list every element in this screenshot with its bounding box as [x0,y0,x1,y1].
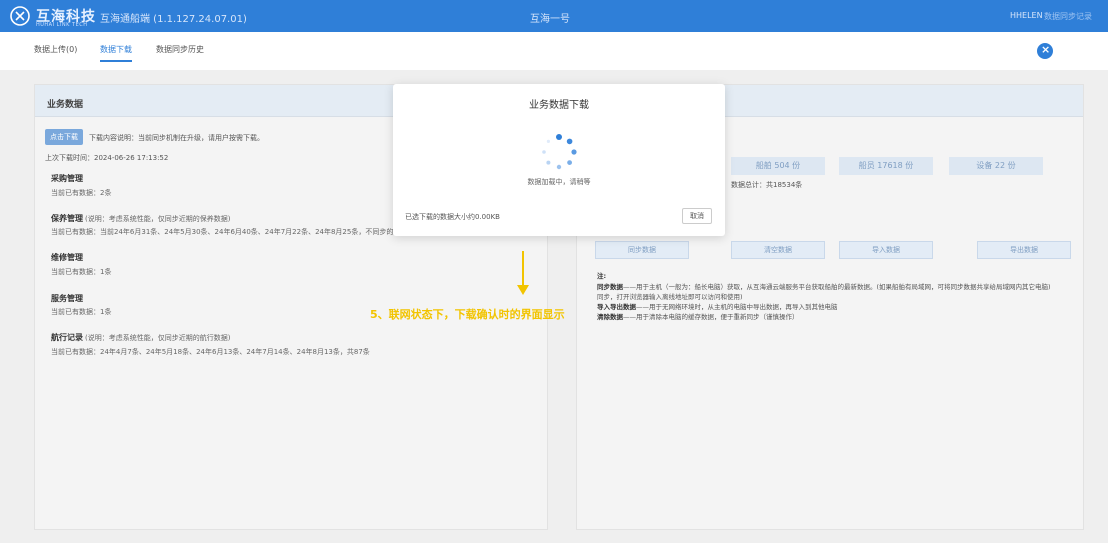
loading-spinner-icon [542,134,577,170]
note-text: 同步，打开浏览器输入离线地址即可以访问和使用) [597,293,743,301]
app-version: 互海通船端 (1.1.127.24.07.01) [100,14,247,25]
note-label: 注: [597,272,607,280]
tab-data-download[interactable]: 数据下载 [100,44,132,62]
note-line: 导入导出数据——用于无网络环境时，从主机的电脑中导出数据，再导入到其他电脑 [597,301,838,311]
note-text: ——用于主机（一般为：船长电脑）获取，从互海通云端服务平台获取船舶的最新数据。(… [623,283,1051,291]
section-title-service: 服务管理 [51,293,83,304]
stat-crew: 船员 17618 份 [839,157,933,175]
note-text: ——用于清除本电脑的缓存数据，便于重新同步（谨慎操作） [623,313,799,321]
section-title-text: 服务管理 [51,294,83,303]
note-label: 清除数据 [597,313,623,321]
modal-title: 业务数据下载 [529,100,589,111]
close-icon[interactable] [1037,43,1053,59]
section-title-maintenance: 保养管理 (说明：考虑系统性能，仅同步近期的保养数据) [51,213,230,224]
top-bar: 互海科技 HUHAI LINK TECH 互海通船端 (1.1.127.24.0… [0,0,1108,32]
user-menu-link[interactable]: 数据同步记录 [1044,11,1092,22]
section-count-repair: 当前已有数据：1条 [51,268,112,276]
annotation-text: 5、联网状态下，下载确认时的界面显示 [370,308,565,321]
brand-subtitle: HUHAI LINK TECH [36,22,88,28]
download-button[interactable]: 点击下载 [45,129,83,145]
section-count-voyage: 当前已有数据：24年4月7条、24年5月18条、24年6月13条、24年7月14… [51,348,370,356]
section-note: (说明：考虑系统性能，仅同步近期的保养数据) [85,215,231,223]
section-title-purchase: 采购管理 [51,173,83,184]
panel-title: 业务数据 [47,100,84,110]
annotation-arrow-line [522,251,524,287]
import-data-button[interactable]: 导入数据 [839,241,933,259]
note-line: 同步，打开浏览器输入离线地址即可以访问和使用) [597,291,743,301]
section-count-maintenance: 当前已有数据：当前24年6月31条、24年5月30条、24年6月40条、24年7… [51,228,408,236]
note-line: 注: [597,270,606,280]
last-download-time: 上次下载时间：2024-06-26 17:13:52 [45,154,169,162]
note-label: 同步数据 [597,283,623,291]
stat-equipment: 设备 22 份 [949,157,1043,175]
section-title-text: 维修管理 [51,253,83,262]
note-label: 导入导出数据 [597,303,636,311]
annotation-arrow-icon [517,285,529,295]
section-title-text: 采购管理 [51,174,83,183]
download-modal: 业务数据下载 数据加载中，请稍等 已选下载的数据大小约0.00KB 取消 [393,84,725,236]
download-hint: 下载内容说明：当前同步机制在升级，请用户按需下载。 [89,134,264,142]
download-size-info: 已选下载的数据大小约0.00KB [405,213,500,221]
tab-data-upload[interactable]: 数据上传(0) [34,44,77,55]
note-line: 清除数据——用于清除本电脑的缓存数据，便于重新同步（谨慎操作） [597,311,799,321]
user-name[interactable]: HHELEN [1010,11,1043,20]
brand-logo-icon [10,6,30,26]
stat-ships: 船舶 504 份 [731,157,825,175]
sync-data-button[interactable]: 同步数据 [595,241,689,259]
section-title-text: 航行记录 [51,333,83,342]
data-total-count: 数据总计：共18534条 [731,181,803,189]
section-title-repair: 维修管理 [51,252,83,263]
tab-sync-history[interactable]: 数据同步历史 [156,44,204,55]
section-title-voyage: 航行记录 (说明：考虑系统性能，仅同步近期的航行数据) [51,332,230,343]
section-note: (说明：考虑系统性能，仅同步近期的航行数据) [85,334,231,342]
clear-data-button[interactable]: 清空数据 [731,241,825,259]
section-count-purchase: 当前已有数据：2条 [51,189,112,197]
section-count-service: 当前已有数据：1条 [51,308,112,316]
ship-name: 互海一号 [530,14,570,25]
note-line: 同步数据——用于主机（一般为：船长电脑）获取，从互海通云端服务平台获取船舶的最新… [597,281,1051,291]
note-text: ——用于无网络环境时，从主机的电脑中导出数据，再导入到其他电脑 [636,303,838,311]
export-data-button[interactable]: 导出数据 [977,241,1071,259]
section-title-text: 保养管理 [51,214,83,223]
cancel-button[interactable]: 取消 [682,208,712,224]
loading-text: 数据加载中，请稍等 [527,178,591,186]
